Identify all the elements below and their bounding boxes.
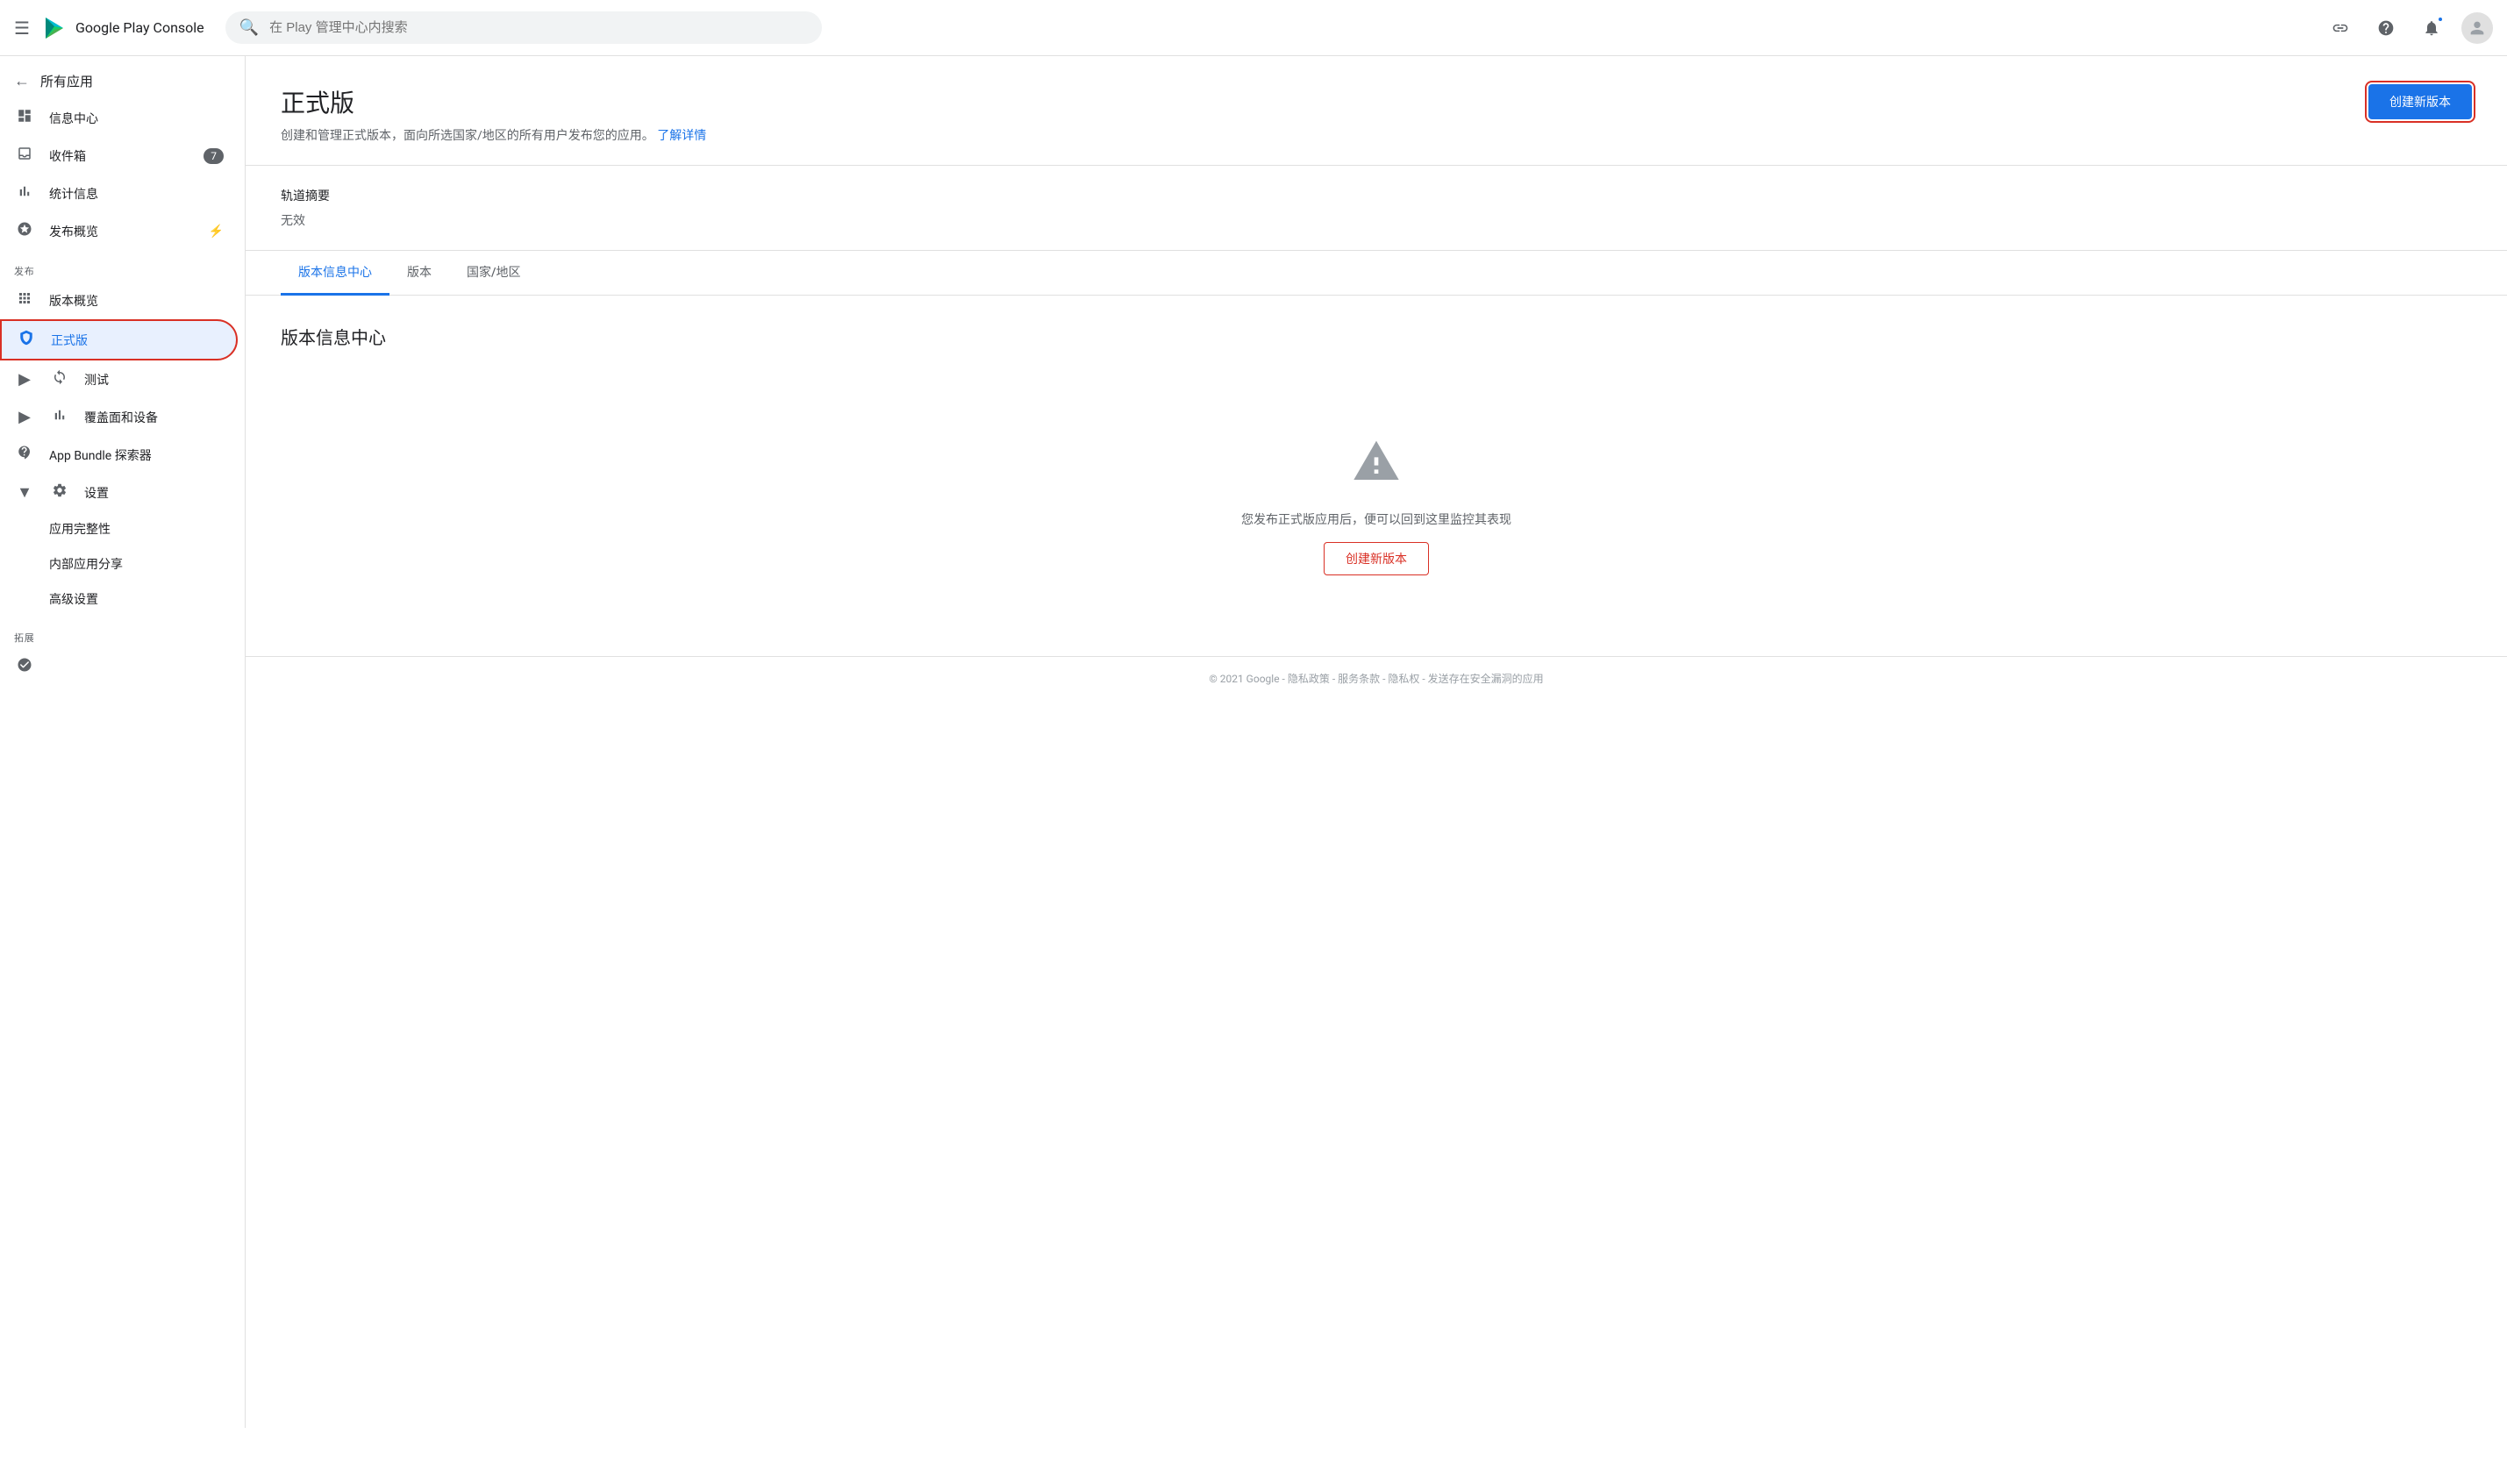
app-bundle-icon xyxy=(14,445,35,465)
sidebar-item-testing[interactable]: ▶ 测试 xyxy=(0,360,238,398)
create-new-version-button-header[interactable]: 创建新版本 xyxy=(2368,84,2472,119)
notification-icon[interactable] xyxy=(2416,12,2447,44)
statistics-icon xyxy=(14,183,35,203)
empty-state-text: 您发布正式版应用后，便可以回到这里监控其表现 xyxy=(1241,510,1511,528)
logo-text: Google Play Console xyxy=(75,19,204,36)
main-header-text: 正式版 创建和管理正式版本，面向所选国家/地区的所有用户发布您的应用。 了解详情 xyxy=(281,84,706,144)
publish-overview-extra: ⚡ xyxy=(209,225,224,239)
app-logo: Google Play Console xyxy=(40,14,204,42)
learn-more-link[interactable]: 了解详情 xyxy=(657,129,706,143)
version-overview-icon xyxy=(14,290,35,310)
expand-testing-icon: ▶ xyxy=(14,370,35,389)
production-icon xyxy=(16,330,37,350)
sidebar-item-internal-share-label: 内部应用分享 xyxy=(49,555,224,573)
sidebar-item-publish-overview[interactable]: 发布概览 ⚡ xyxy=(0,212,238,250)
tab-countries[interactable]: 国家/地区 xyxy=(449,251,538,296)
expand-coverage-icon: ▶ xyxy=(14,408,35,426)
sidebar-item-version-overview-label: 版本概览 xyxy=(49,292,224,310)
sidebar-item-statistics-label: 统计信息 xyxy=(49,185,224,203)
inbox-icon xyxy=(14,146,35,166)
search-input[interactable] xyxy=(269,20,808,35)
sidebar-item-version-overview[interactable]: 版本概览 xyxy=(0,282,238,319)
menu-icon[interactable]: ☰ xyxy=(14,18,30,39)
page-title: 正式版 xyxy=(281,84,706,119)
search-bar[interactable]: 🔍 xyxy=(225,11,822,44)
sidebar-item-app-bundle-label: App Bundle 探索器 xyxy=(49,446,224,464)
sidebar-item-internal-share[interactable]: 内部应用分享 xyxy=(0,546,238,581)
avatar[interactable] xyxy=(2461,12,2493,44)
settings-icon xyxy=(49,482,70,503)
sidebar-item-app-integrity[interactable]: 应用完整性 xyxy=(0,511,238,546)
back-icon: ← xyxy=(14,72,30,90)
layout: ← 所有应用 信息中心 收件箱 7 统计信息 xyxy=(0,56,2507,1428)
sidebar-item-app-bundle[interactable]: App Bundle 探索器 xyxy=(0,436,238,474)
sidebar-item-expand-1[interactable] xyxy=(0,648,238,686)
main-header: 正式版 创建和管理正式版本，面向所选国家/地区的所有用户发布您的应用。 了解详情… xyxy=(246,56,2507,166)
sidebar-back[interactable]: ← 所有应用 xyxy=(0,63,245,99)
expand-settings-icon: ▼ xyxy=(14,483,35,502)
sidebar: ← 所有应用 信息中心 收件箱 7 统计信息 xyxy=(0,56,246,1428)
content-area: 版本信息中心 您发布正式版应用后，便可以回到这里监控其表现 创建新版本 xyxy=(246,296,2507,656)
sidebar-inbox-badge: 7 xyxy=(204,148,224,164)
publish-overview-icon xyxy=(14,221,35,241)
track-summary-value: 无效 xyxy=(281,211,2472,229)
dashboard-icon xyxy=(14,108,35,128)
testing-icon xyxy=(49,369,70,389)
sidebar-item-advanced-settings-label: 高级设置 xyxy=(49,590,224,608)
sidebar-item-production-label: 正式版 xyxy=(51,332,222,349)
create-new-version-button-empty[interactable]: 创建新版本 xyxy=(1324,542,1429,575)
sidebar-publish-section: 发布 xyxy=(0,250,245,282)
sidebar-item-testing-label: 测试 xyxy=(84,371,224,389)
notification-badge xyxy=(2437,16,2444,23)
link-icon[interactable] xyxy=(2325,12,2356,44)
sidebar-item-app-integrity-label: 应用完整性 xyxy=(49,520,224,538)
logo-icon xyxy=(40,14,68,42)
main-content: 正式版 创建和管理正式版本，面向所选国家/地区的所有用户发布您的应用。 了解详情… xyxy=(246,56,2507,1428)
sidebar-item-production[interactable]: 正式版 xyxy=(0,319,238,360)
content-section-title: 版本信息中心 xyxy=(281,324,2472,349)
track-summary: 轨道摘要 无效 xyxy=(246,166,2507,251)
expand-icon xyxy=(14,657,35,677)
sidebar-item-coverage-label: 覆盖面和设备 xyxy=(84,409,224,426)
sidebar-item-inbox[interactable]: 收件箱 7 xyxy=(0,137,238,175)
search-icon: 🔍 xyxy=(239,18,259,37)
tab-releases[interactable]: 版本 xyxy=(389,251,449,296)
footer: © 2021 Google - 隐私政策 - 服务条款 - 隐私权 - 发送存在… xyxy=(246,656,2507,700)
sidebar-item-statistics[interactable]: 统计信息 xyxy=(0,175,238,212)
sidebar-item-inbox-label: 收件箱 xyxy=(49,147,189,165)
sidebar-item-advanced-settings[interactable]: 高级设置 xyxy=(0,581,238,617)
header-actions xyxy=(2325,12,2493,44)
sidebar-expand-section: 拓展 xyxy=(0,617,245,648)
tab-release-dashboard[interactable]: 版本信息中心 xyxy=(281,251,389,296)
sidebar-item-coverage[interactable]: ▶ 覆盖面和设备 xyxy=(0,398,238,436)
sidebar-item-settings[interactable]: ▼ 设置 xyxy=(0,474,238,511)
tabs: 版本信息中心 版本 国家/地区 xyxy=(246,251,2507,296)
coverage-icon xyxy=(49,407,70,427)
sidebar-item-dashboard[interactable]: 信息中心 xyxy=(0,99,238,137)
header: ☰ Google Play Console 🔍 xyxy=(0,0,2507,56)
track-summary-title: 轨道摘要 xyxy=(281,187,2472,204)
sidebar-item-settings-label: 设置 xyxy=(84,484,224,502)
sidebar-item-dashboard-label: 信息中心 xyxy=(49,110,224,127)
help-icon[interactable] xyxy=(2370,12,2402,44)
page-subtitle: 创建和管理正式版本，面向所选国家/地区的所有用户发布您的应用。 了解详情 xyxy=(281,126,706,144)
sidebar-item-publish-overview-label: 发布概览 xyxy=(49,223,195,240)
empty-state: 您发布正式版应用后，便可以回到这里监控其表现 创建新版本 xyxy=(281,384,2472,628)
warning-icon xyxy=(1352,437,1401,496)
sidebar-back-label: 所有应用 xyxy=(40,72,93,90)
